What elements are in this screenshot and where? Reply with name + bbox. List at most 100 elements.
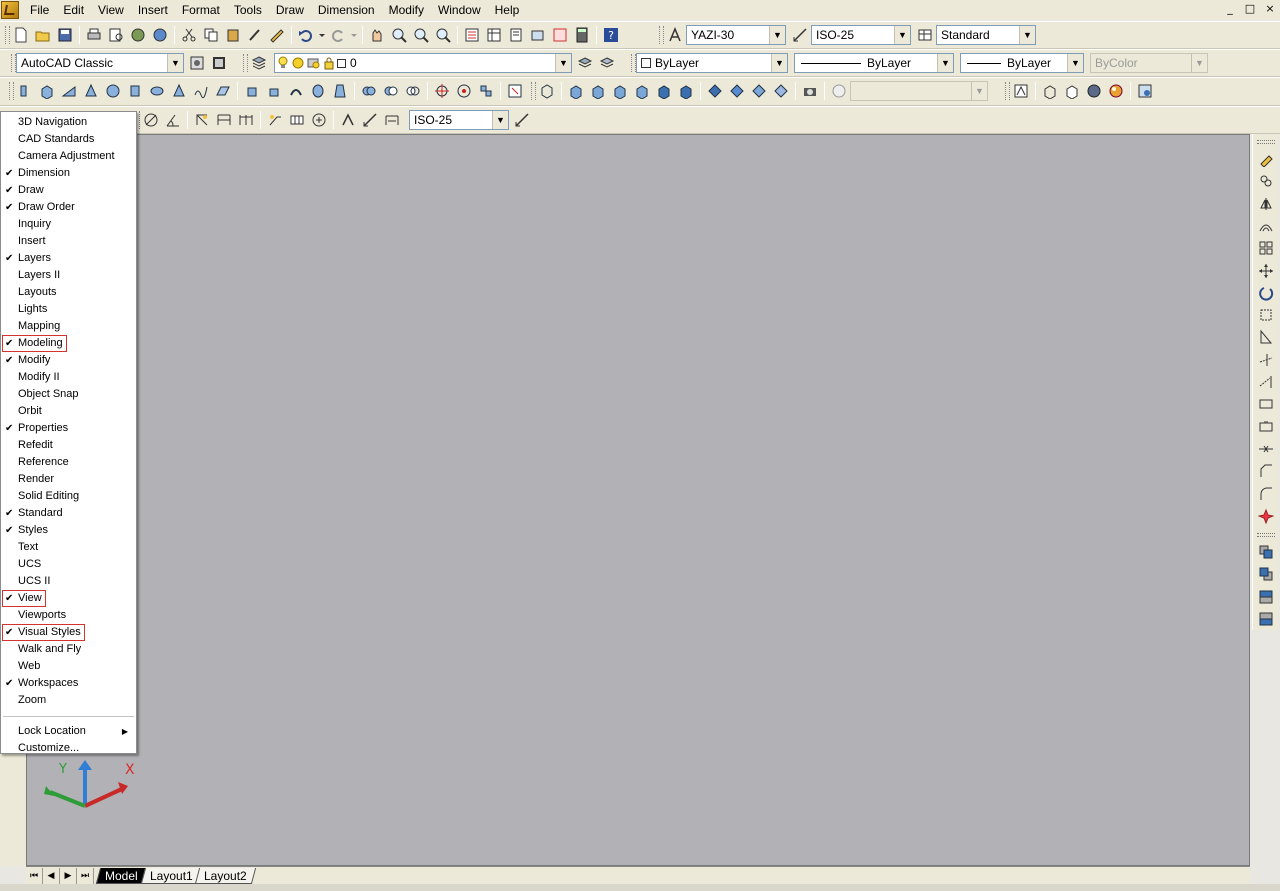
redo-dropdown-icon[interactable]	[350, 25, 358, 45]
trim-icon[interactable]	[1256, 350, 1276, 370]
cut-icon[interactable]	[179, 25, 199, 45]
view-top-icon[interactable]	[566, 81, 586, 101]
tool-palettes-icon[interactable]	[506, 25, 526, 45]
quick-leader-icon[interactable]	[265, 110, 285, 130]
toolbar-menu-item-orbit[interactable]: Orbit	[1, 403, 136, 420]
close-button[interactable]: ×	[1262, 2, 1278, 16]
stretch-icon[interactable]	[1256, 327, 1276, 347]
markup-set-icon[interactable]	[550, 25, 570, 45]
toolbar-menu-item-modify[interactable]: ✔ Modify	[1, 352, 136, 369]
copy-object-icon[interactable]	[1256, 171, 1276, 191]
break-icon[interactable]	[1256, 417, 1276, 437]
menu-draw[interactable]: Draw	[269, 0, 311, 20]
sw-iso-icon[interactable]	[705, 81, 725, 101]
toolbar-menu-item-lights[interactable]: Lights	[1, 301, 136, 318]
wedge-icon[interactable]	[59, 81, 79, 101]
tab-layout1[interactable]: Layout1	[140, 867, 202, 884]
rotate-icon[interactable]	[1256, 283, 1276, 303]
planar-surface-icon[interactable]	[213, 81, 233, 101]
dim-continue-icon[interactable]	[236, 110, 256, 130]
offset-icon[interactable]	[1256, 216, 1276, 236]
torus-icon[interactable]	[147, 81, 167, 101]
lock-location-item[interactable]: Lock Location ▶	[1, 723, 136, 740]
menu-tools[interactable]: Tools	[227, 0, 269, 20]
subtract-icon[interactable]	[381, 81, 401, 101]
next-tab-button[interactable]: ▶	[60, 867, 77, 884]
toolbar-menu-item-styles[interactable]: ✔ Styles	[1, 522, 136, 539]
cylinder-icon[interactable]	[125, 81, 145, 101]
nw-iso-icon[interactable]	[771, 81, 791, 101]
toolbar-menu-item-workspaces[interactable]: ✔ Workspaces	[1, 675, 136, 692]
helix-icon[interactable]	[191, 81, 211, 101]
dim-diameter-icon[interactable]	[141, 110, 161, 130]
ne-iso-icon[interactable]	[749, 81, 769, 101]
toolbar-menu-item-layers-ii[interactable]: Layers II	[1, 267, 136, 284]
3d-hidden-icon[interactable]	[1062, 81, 1082, 101]
menu-edit[interactable]: Edit	[56, 0, 91, 20]
revolve-icon[interactable]	[308, 81, 328, 101]
break-at-point-icon[interactable]	[1256, 394, 1276, 414]
3d-rotate-icon[interactable]	[454, 81, 474, 101]
mirror-icon[interactable]	[1256, 194, 1276, 214]
paste-icon[interactable]	[223, 25, 243, 45]
workspace-save-icon[interactable]	[209, 53, 229, 73]
prev-tab-button[interactable]: ◀	[43, 867, 60, 884]
sphere-icon[interactable]	[103, 81, 123, 101]
text-window-icon[interactable]	[1011, 81, 1031, 101]
zoom-window-icon[interactable]	[411, 25, 431, 45]
toolbar-menu-item-walk-and-fly[interactable]: Walk and Fly	[1, 641, 136, 658]
toolbar-menu-item-viewports[interactable]: Viewports	[1, 607, 136, 624]
tab-model[interactable]: Model	[95, 867, 147, 884]
dim-edit-icon[interactable]	[338, 110, 358, 130]
realistic-style-icon[interactable]	[1084, 81, 1104, 101]
dim-update-icon[interactable]	[382, 110, 402, 130]
toolbar-menu-item-modify-ii[interactable]: Modify II	[1, 369, 136, 386]
print-icon[interactable]	[84, 25, 104, 45]
layer-manager-icon[interactable]	[249, 53, 269, 73]
send-under-icon[interactable]	[1256, 609, 1276, 629]
sheet-set-icon[interactable]	[528, 25, 548, 45]
copy-icon[interactable]	[201, 25, 221, 45]
box-icon[interactable]	[37, 81, 57, 101]
linetype-dropdown[interactable]: ByLayer ▼	[794, 53, 954, 73]
zoom-previous-icon[interactable]	[433, 25, 453, 45]
toolbar-menu-item-render[interactable]: Render	[1, 471, 136, 488]
save-icon[interactable]	[55, 25, 75, 45]
toolbar-menu-item-standard[interactable]: ✔ Standard	[1, 505, 136, 522]
open-file-icon[interactable]	[33, 25, 53, 45]
toolbar-menu-item-ucs-ii[interactable]: UCS II	[1, 573, 136, 590]
toolbar-grip[interactable]	[1256, 140, 1275, 144]
workspace-dropdown[interactable]: AutoCAD Classic ▼	[16, 53, 184, 73]
join-icon[interactable]	[1256, 439, 1276, 459]
extrude-icon[interactable]	[242, 81, 262, 101]
fillet-icon[interactable]	[1256, 483, 1276, 503]
zoom-realtime-icon[interactable]	[389, 25, 409, 45]
polysolid-icon[interactable]	[15, 81, 35, 101]
named-views-icon[interactable]	[829, 81, 849, 101]
dim-text-edit-icon[interactable]	[360, 110, 380, 130]
view-back-icon[interactable]	[676, 81, 696, 101]
make-object-layer-current-icon[interactable]	[575, 53, 595, 73]
help-icon[interactable]: ?	[601, 25, 621, 45]
erase-icon[interactable]	[1256, 149, 1276, 169]
move-icon[interactable]	[1256, 260, 1276, 280]
text-style-icon[interactable]	[665, 25, 685, 45]
drawing-area[interactable]	[26, 134, 1250, 866]
send-to-back-icon[interactable]	[1256, 564, 1276, 584]
view-left-icon[interactable]	[610, 81, 630, 101]
scale-icon[interactable]	[1256, 305, 1276, 325]
toolbar-menu-item-layers[interactable]: ✔ Layers	[1, 250, 136, 267]
toolbar-menu-item-web[interactable]: Web	[1, 658, 136, 675]
color-dropdown[interactable]: ByLayer ▼	[636, 53, 788, 73]
menu-modify[interactable]: Modify	[382, 0, 431, 20]
toolbar-menu-item-refedit[interactable]: Refedit	[1, 437, 136, 454]
dim-baseline-icon[interactable]	[214, 110, 234, 130]
center-mark-icon[interactable]	[309, 110, 329, 130]
toolbar-menu-item-camera-adjustment[interactable]: Camera Adjustment	[1, 148, 136, 165]
tolerance-icon[interactable]	[287, 110, 307, 130]
toolbar-menu-item-reference[interactable]: Reference	[1, 454, 136, 471]
3d-dwf-icon[interactable]	[150, 25, 170, 45]
toolbar-menu-item-solid-editing[interactable]: Solid Editing	[1, 488, 136, 505]
toolbar-menu-item-insert[interactable]: Insert	[1, 233, 136, 250]
array-icon[interactable]	[1256, 238, 1276, 258]
